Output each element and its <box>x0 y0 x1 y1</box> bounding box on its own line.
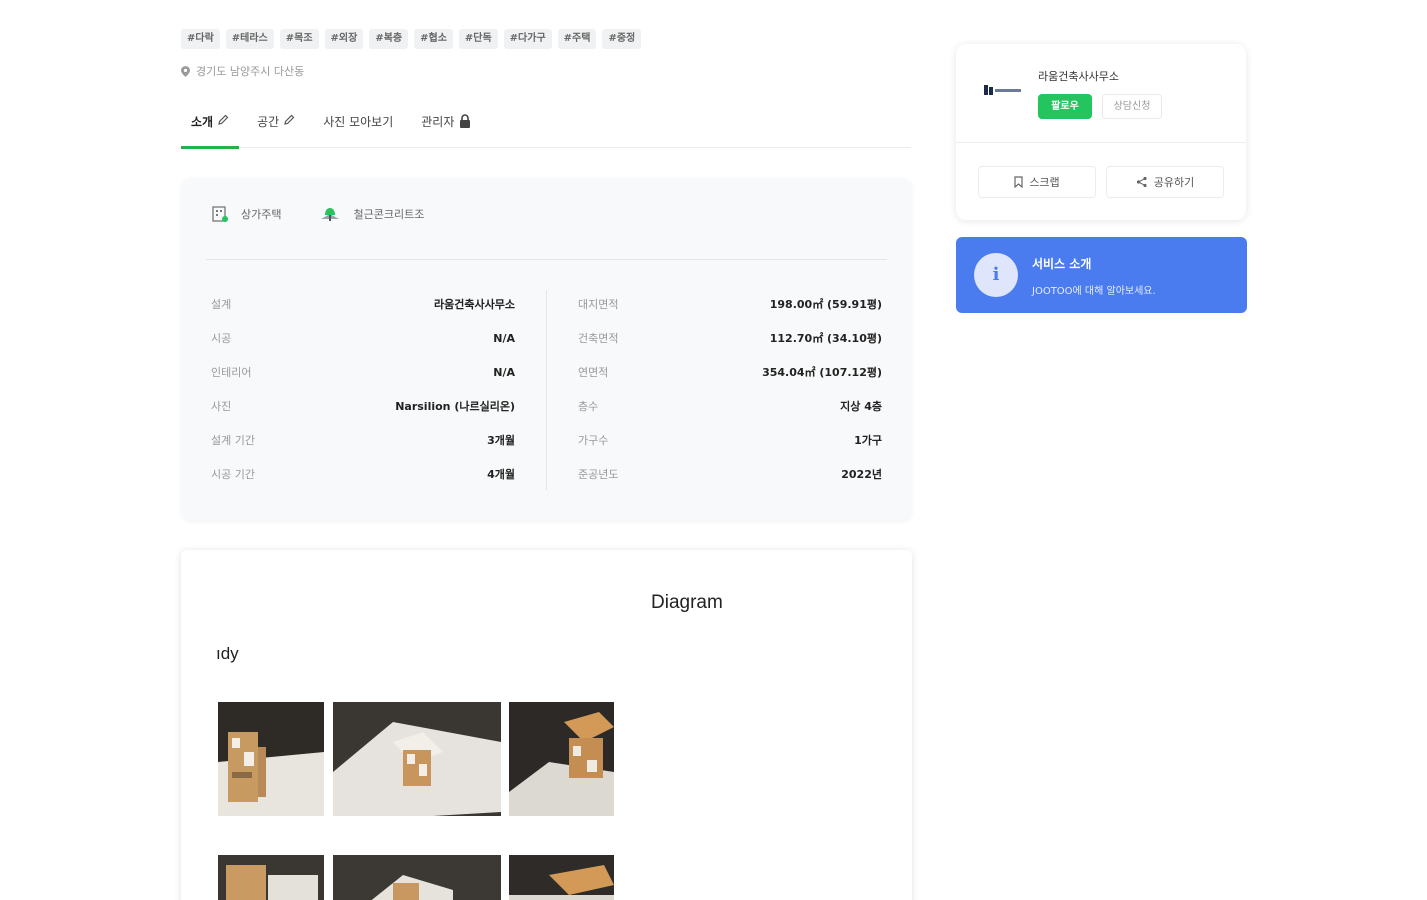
category-structure: 철근콘크리트조 <box>319 205 424 223</box>
tag-item[interactable]: #복층 <box>369 29 409 49</box>
tab-admin[interactable]: 관리자 <box>411 105 481 148</box>
pencil-icon <box>218 114 229 125</box>
firm-logo[interactable] <box>982 82 1026 98</box>
spec-value: 198.00㎡ (59.91평) <box>769 298 882 311</box>
divider <box>206 259 887 260</box>
tag-item[interactable]: #단독 <box>458 29 498 49</box>
share-button[interactable]: 공유하기 <box>1106 166 1224 198</box>
spec-row: 인테리어 N/A <box>211 361 515 395</box>
tag-item[interactable]: #협소 <box>414 29 453 49</box>
spec-key: 시공 기간 <box>211 468 255 481</box>
spec-row: 건축면적 112.70㎡ (34.10평) <box>578 327 882 361</box>
model-photo <box>218 702 324 816</box>
tag-item[interactable]: #주택 <box>557 29 597 49</box>
spec-row: 가구수 1가구 <box>578 429 882 463</box>
project-info-card: 상가주택 철근콘크리트조 설계 라움건축사사무소 시공 N/A 인테리어 N/A 사진… <box>181 178 912 521</box>
spec-key: 대지면적 <box>578 298 619 311</box>
spec-key: 설계 <box>211 298 232 311</box>
lock-icon <box>460 114 471 128</box>
model-photo <box>509 702 614 816</box>
spec-value: N/A <box>493 366 515 379</box>
column-divider <box>546 290 547 490</box>
spec-value: 4개월 <box>487 468 515 481</box>
spec-row: 연면적 354.04㎡ (107.12평) <box>578 361 882 395</box>
spec-value[interactable]: 라움건축사사무소 <box>434 293 515 327</box>
spec-key: 시공 <box>211 332 232 345</box>
location-pin-icon <box>181 65 190 77</box>
tab-space[interactable]: 공간 <box>247 105 305 148</box>
spec-key: 인테리어 <box>211 366 252 379</box>
spec-row: 설계 기간 3개월 <box>211 429 515 463</box>
spec-row: 층수 지상 4층 <box>578 395 882 429</box>
tag-item[interactable]: #다락 <box>181 29 220 49</box>
spec-column-right: 대지면적 198.00㎡ (59.91평) 건축면적 112.70㎡ (34.10평… <box>578 293 882 497</box>
project-tabs: 소개 공간 사진 모아보기 관리자 <box>181 105 911 149</box>
architect-profile-card: 라움건축사사무소 팔로우 상담신청 스크랩 공유하기 <box>956 44 1246 220</box>
service-description: JOOTOO에 대해 알아보세요. <box>1032 286 1156 297</box>
spec-row: 대지면적 198.00㎡ (59.91평) <box>578 293 882 327</box>
scrap-button[interactable]: 스크랩 <box>978 166 1096 198</box>
diagram-image-card[interactable]: Diagram ıdy <box>181 550 912 900</box>
share-label: 공유하기 <box>1153 176 1195 189</box>
tag-list: #다락 #테라스 #목조 #외장 #복층 #협소 #단독 #다가구 #주택 #중… <box>181 29 642 49</box>
tag-item[interactable]: #중정 <box>602 29 642 49</box>
location-text: 경기도 남양주시 다산동 <box>196 65 305 78</box>
tab-label: 소개 <box>191 115 214 129</box>
tab-label: 관리자 <box>421 115 455 129</box>
spec-row: 사진 Narsilion (나르실리온) <box>211 395 515 429</box>
spec-value: 지상 4층 <box>840 400 882 413</box>
structure-icon <box>321 208 340 221</box>
service-intro-banner[interactable]: i 서비스 소개 JOOTOO에 대해 알아보세요. <box>956 237 1247 313</box>
spec-key: 층수 <box>578 400 599 413</box>
scrap-label: 스크랩 <box>1029 176 1060 189</box>
model-photo <box>509 855 614 900</box>
tab-intro[interactable]: 소개 <box>181 105 240 149</box>
spec-value: 3개월 <box>487 434 515 447</box>
spec-row: 시공 N/A <box>211 327 515 361</box>
tag-item[interactable]: #목조 <box>279 29 319 49</box>
model-photo <box>333 702 501 816</box>
category-label: 철근콘크리트조 <box>353 208 425 221</box>
spec-value: 354.04㎡ (107.12평) <box>762 366 882 379</box>
model-photo <box>333 855 501 900</box>
category-row: 상가주택 철근콘크리트조 <box>211 205 424 223</box>
spec-key: 가구수 <box>578 434 609 447</box>
spec-row: 시공 기간 4개월 <box>211 463 515 497</box>
spec-row: 설계 라움건축사사무소 <box>211 293 515 327</box>
tab-label: 사진 모아보기 <box>323 115 394 129</box>
tab-label: 공간 <box>257 115 280 129</box>
project-location: 경기도 남양주시 다산동 <box>181 63 304 79</box>
spec-value: 2022년 <box>841 468 882 481</box>
firm-name[interactable]: 라움건축사사무소 <box>1038 68 1119 84</box>
info-icon: i <box>974 253 1018 297</box>
category-building-type: 상가주택 <box>211 205 281 223</box>
bookmark-icon <box>1014 176 1023 188</box>
service-title: 서비스 소개 <box>1032 257 1092 271</box>
spec-value: N/A <box>493 332 515 345</box>
spec-key: 준공년도 <box>578 468 619 481</box>
spec-key: 설계 기간 <box>211 434 255 447</box>
tag-item[interactable]: #테라스 <box>225 29 274 49</box>
tag-item[interactable]: #외장 <box>324 29 364 49</box>
spec-key: 건축면적 <box>578 332 619 345</box>
building-icon <box>212 206 228 222</box>
model-photo <box>218 855 324 900</box>
diagram-title: Diagram <box>651 592 723 613</box>
diagram-subtitle: ıdy <box>216 644 239 663</box>
share-icon <box>1136 176 1147 188</box>
spec-value: 112.70㎡ (34.10평) <box>769 332 882 345</box>
spec-key: 연면적 <box>578 366 609 379</box>
tab-photos[interactable]: 사진 모아보기 <box>313 105 403 148</box>
follow-button[interactable]: 팔로우 <box>1038 94 1092 119</box>
pencil-icon <box>284 114 295 125</box>
spec-row: 준공년도 2022년 <box>578 463 882 497</box>
divider <box>956 142 1246 143</box>
consult-button[interactable]: 상담신청 <box>1102 94 1162 119</box>
tag-item[interactable]: #다가구 <box>503 29 552 49</box>
spec-value: 1가구 <box>854 434 882 447</box>
spec-column-left: 설계 라움건축사사무소 시공 N/A 인테리어 N/A 사진 Narsilion (나르… <box>211 293 515 497</box>
category-label: 상가주택 <box>241 208 282 221</box>
spec-key: 사진 <box>211 400 232 413</box>
spec-value: Narsilion (나르실리온) <box>395 400 515 413</box>
